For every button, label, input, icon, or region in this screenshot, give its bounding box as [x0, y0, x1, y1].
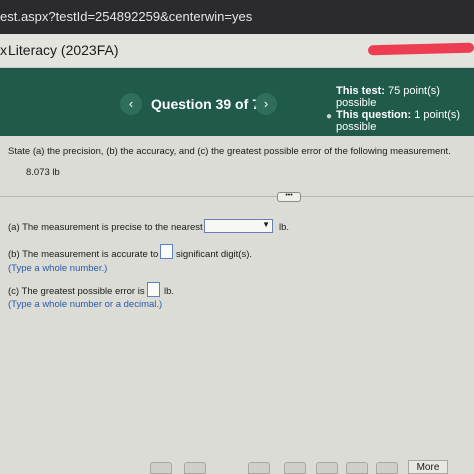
chevron-right-icon: › — [263, 96, 269, 111]
error-label: (c) The greatest possible error is — [8, 286, 145, 297]
expand-toggle-button[interactable]: ••• — [277, 192, 301, 202]
math-tool-button-3[interactable] — [248, 462, 270, 474]
error-hint: (Type a whole number or a decimal.) — [8, 299, 163, 310]
measurement-value: 8.073 lb — [26, 167, 60, 178]
chevron-left-icon: ‹ — [128, 96, 134, 111]
more-button[interactable]: More — [408, 460, 448, 474]
accuracy-suffix: significant digit(s). — [176, 249, 253, 260]
close-x-icon[interactable]: x — [0, 42, 7, 58]
question-prompt: State (a) the precision, (b) the accurac… — [8, 146, 451, 157]
question-counter: Question 39 of 75 — [151, 96, 268, 112]
math-tool-button-2[interactable] — [184, 462, 206, 474]
precision-unit: lb. — [279, 222, 290, 233]
status-dot-icon: ● — [326, 111, 333, 122]
question-points-continued: possible — [336, 121, 377, 133]
math-tool-button-7[interactable] — [376, 462, 398, 474]
math-tool-button-1[interactable] — [150, 462, 172, 474]
course-title: Literacy (2023FA) — [8, 42, 119, 58]
previous-question-button[interactable]: ‹ — [120, 93, 142, 115]
precision-label: (a) The measurement is precise to the ne… — [8, 222, 203, 233]
question-points-label: This question: — [336, 109, 412, 121]
math-tool-button-6[interactable] — [346, 462, 368, 474]
error-unit: lb. — [164, 286, 175, 297]
math-tool-button-4[interactable] — [284, 462, 306, 474]
accuracy-label: (b) The measurement is accurate to — [8, 249, 159, 260]
accuracy-hint: (Type a whole number.) — [8, 263, 108, 274]
dropdown-arrow-icon: ▼ — [262, 220, 270, 229]
question-points-value: 1 point(s) — [414, 109, 461, 121]
points-summary: This test: 75 point(s) possible This que… — [336, 85, 474, 133]
browser-url-bar[interactable]: est.aspx?testId=254892259&centerwin=yes — [0, 0, 474, 34]
url-text: est.aspx?testId=254892259&centerwin=yes — [0, 9, 253, 24]
math-tool-button-5[interactable] — [316, 462, 338, 474]
test-points-label: This test: — [336, 85, 385, 97]
precision-dropdown[interactable]: ▼ — [204, 219, 273, 233]
ellipsis-icon: ••• — [285, 192, 293, 199]
section-divider — [0, 196, 474, 197]
next-question-button[interactable]: › — [255, 93, 277, 115]
error-input[interactable] — [147, 282, 160, 297]
accuracy-input[interactable] — [160, 244, 173, 259]
